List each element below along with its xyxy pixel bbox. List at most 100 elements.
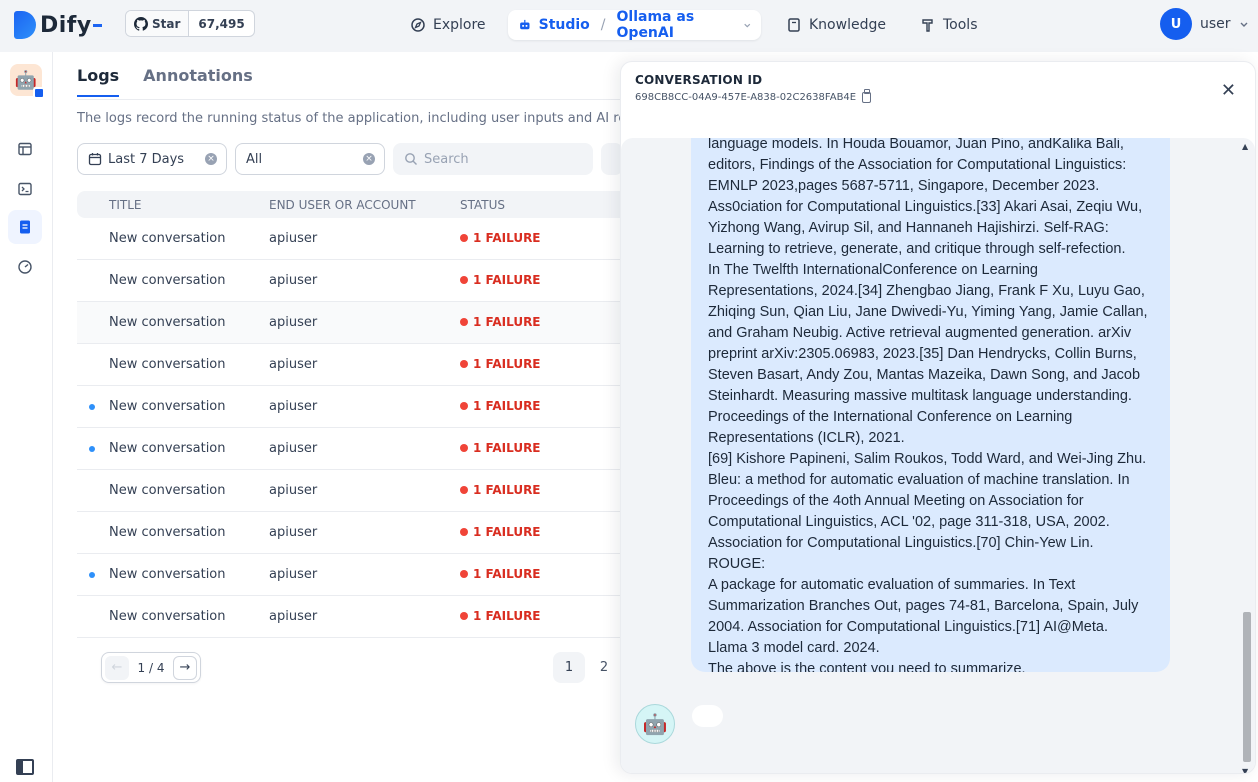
compass-icon xyxy=(411,18,425,32)
app-type-badge xyxy=(33,87,45,99)
clear-status-icon[interactable]: × xyxy=(363,153,375,165)
drawer-header: CONVERSATION ID 698CB8CC-04A9-457E-A838-… xyxy=(635,73,872,103)
status-badge: 1 FAILURE xyxy=(460,483,541,497)
next-page-button[interactable]: → xyxy=(173,655,197,680)
status-badge: 1 FAILURE xyxy=(460,357,541,371)
status-badge: 1 FAILURE xyxy=(460,525,541,539)
user-name[interactable]: user xyxy=(1200,16,1231,32)
conversation-id-value: 698CB8CC-04A9-457E-A838-02C2638FAB4E xyxy=(635,92,857,103)
dify-logo[interactable]: Dify xyxy=(14,9,102,41)
status-badge: 1 FAILURE xyxy=(460,609,541,623)
app-icon[interactable]: 🤖 xyxy=(10,64,45,99)
chevron-down-icon[interactable] xyxy=(743,20,752,30)
conversation-id-label: CONVERSATION ID xyxy=(635,73,763,87)
table-row[interactable]: New conversation apiuser 1 FAILURE xyxy=(77,554,637,596)
app-selector[interactable]: Ollama as OpenAI xyxy=(617,9,736,41)
sidebar-item-orchestrate[interactable] xyxy=(8,132,42,166)
status-badge: 1 FAILURE xyxy=(460,567,541,581)
brand-name: Dify xyxy=(40,12,92,38)
row-end-user: apiuser xyxy=(269,231,318,246)
prev-page-button[interactable]: ← xyxy=(105,655,129,680)
chat-scrollbar[interactable]: ▲ ▼ xyxy=(1241,142,1251,773)
github-icon xyxy=(134,16,148,31)
status-badge: 1 FAILURE xyxy=(460,315,541,329)
pagination-stepper: ← 1 / 4 → xyxy=(101,652,201,683)
tab-annotations[interactable]: Annotations xyxy=(143,66,253,97)
sidebar-item-logs[interactable] xyxy=(8,210,42,244)
scroll-up-icon[interactable]: ▲ xyxy=(1242,142,1248,151)
table-row[interactable]: New conversation apiuser 1 FAILURE xyxy=(77,428,637,470)
scrollbar-thumb[interactable] xyxy=(1243,612,1251,762)
nav-separator: / xyxy=(600,17,606,33)
scroll-down-icon[interactable]: ▼ xyxy=(1242,767,1248,773)
nav-explore-label: Explore xyxy=(433,17,486,33)
table-row[interactable]: New conversation apiuser 1 FAILURE xyxy=(77,218,637,260)
layout-icon xyxy=(18,142,32,156)
row-end-user: apiuser xyxy=(269,357,318,372)
status-badge: 1 FAILURE xyxy=(460,441,541,455)
page-button-2[interactable]: 2 xyxy=(588,652,620,683)
logs-filters: Last 7 Days × All × Search xyxy=(77,143,623,175)
tools-icon xyxy=(922,19,933,32)
row-end-user: apiuser xyxy=(269,609,318,624)
nav-knowledge-label: Knowledge xyxy=(809,17,886,33)
period-select[interactable]: Last 7 Days × xyxy=(77,143,227,175)
row-end-user: apiuser xyxy=(269,483,318,498)
conversation-id-row: 698CB8CC-04A9-457E-A838-02C2638FAB4E xyxy=(635,89,872,103)
github-star[interactable]: Star xyxy=(126,11,190,36)
nav-tools[interactable]: Tools xyxy=(910,10,988,40)
page-button-1[interactable]: 1 xyxy=(553,652,585,683)
gauge-icon xyxy=(18,260,32,274)
logs-description: The logs record the running status of th… xyxy=(77,111,657,126)
table-row[interactable]: New conversation apiuser 1 FAILURE xyxy=(77,302,637,344)
github-star-count[interactable]: 67,495 xyxy=(189,17,253,31)
user-message-bubble: language models. In Houda Bouamor, Juan … xyxy=(691,138,1170,672)
status-badge: 1 FAILURE xyxy=(460,273,541,287)
column-end-user: END USER OR ACCOUNT xyxy=(269,197,416,212)
period-value: Last 7 Days xyxy=(108,151,185,167)
table-row[interactable]: New conversation apiuser 1 FAILURE xyxy=(77,386,637,428)
nav-explore[interactable]: Explore xyxy=(400,10,496,40)
column-title: TITLE xyxy=(109,197,142,212)
search-input[interactable]: Search xyxy=(393,143,593,175)
terminal-icon xyxy=(18,182,32,196)
logs-tabs: Logs Annotations xyxy=(77,66,253,97)
dify-logo-mark xyxy=(14,11,36,39)
user-message-text: language models. In Houda Bouamor, Juan … xyxy=(708,138,1148,672)
table-row[interactable]: New conversation apiuser 1 FAILURE xyxy=(77,512,637,554)
sidebar-item-api[interactable] xyxy=(8,172,42,206)
user-menu[interactable]: U user xyxy=(1160,8,1249,40)
avatar[interactable]: U xyxy=(1160,8,1192,40)
row-title: New conversation xyxy=(109,357,226,372)
close-icon[interactable]: ✕ xyxy=(1221,80,1236,101)
status-select[interactable]: All × xyxy=(235,143,385,175)
nav-knowledge[interactable]: Knowledge xyxy=(776,10,896,40)
github-star-button[interactable]: Star 67,495 xyxy=(125,10,255,37)
nav-tools-label: Tools xyxy=(943,17,978,33)
row-end-user: apiuser xyxy=(269,315,318,330)
page-indicator: 1 / 4 xyxy=(137,660,165,675)
row-title: New conversation xyxy=(109,567,226,582)
table-row[interactable]: New conversation apiuser 1 FAILURE xyxy=(77,260,637,302)
chat-panel: language models. In Houda Bouamor, Juan … xyxy=(621,138,1255,773)
logs-table: TITLE END USER OR ACCOUNT STATUS New con… xyxy=(77,191,637,638)
chevron-down-icon[interactable] xyxy=(1239,19,1249,29)
total-pages: 4 xyxy=(156,660,165,675)
copy-icon[interactable] xyxy=(862,89,872,103)
unread-dot-icon xyxy=(89,572,95,578)
robot-icon xyxy=(520,19,530,30)
nav-studio[interactable]: Studio / Ollama as OpenAI xyxy=(508,9,761,41)
sidebar-item-monitoring[interactable] xyxy=(8,250,42,284)
row-end-user: apiuser xyxy=(269,525,318,540)
tab-logs[interactable]: Logs xyxy=(77,66,120,97)
clear-period-icon[interactable]: × xyxy=(205,153,217,165)
table-row[interactable]: New conversation apiuser 1 FAILURE xyxy=(77,470,637,512)
top-nav: Dify Star 67,495 Explore Studio / Ollama… xyxy=(0,0,1258,52)
sidebar-collapse-icon[interactable] xyxy=(16,759,34,775)
table-row[interactable]: New conversation apiuser 1 FAILURE xyxy=(77,596,637,638)
table-row[interactable]: New conversation apiuser 1 FAILURE xyxy=(77,344,637,386)
table-header: TITLE END USER OR ACCOUNT STATUS xyxy=(77,191,637,218)
row-title: New conversation xyxy=(109,231,226,246)
conversation-drawer: CONVERSATION ID 698CB8CC-04A9-457E-A838-… xyxy=(620,61,1256,774)
status-badge: 1 FAILURE xyxy=(460,231,541,245)
